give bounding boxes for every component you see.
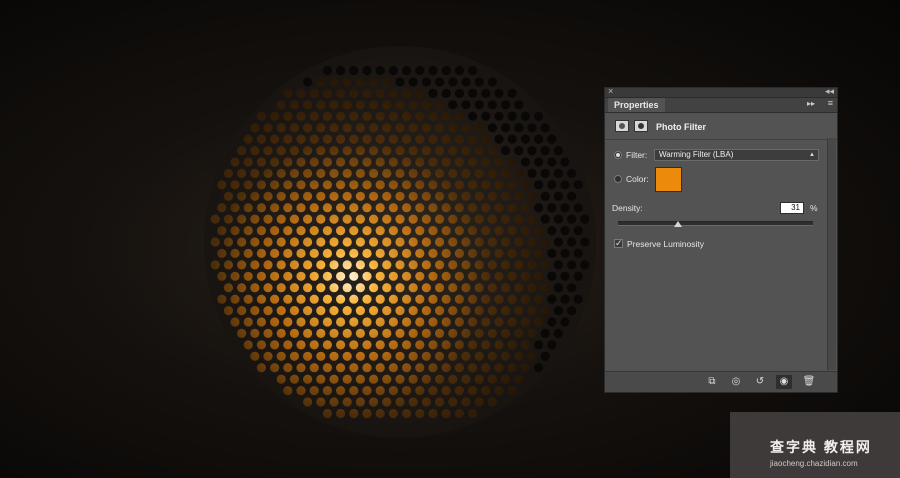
properties-panel: × ◂◂ Properties ▸▸ ≡ Photo Filter Filter… bbox=[604, 86, 838, 393]
color-radio[interactable] bbox=[614, 175, 622, 183]
reset-icon[interactable]: ↺ bbox=[752, 375, 768, 389]
adjustment-title: Photo Filter bbox=[656, 122, 706, 132]
panel-scrollbar[interactable] bbox=[827, 138, 836, 370]
density-unit: % bbox=[810, 203, 818, 213]
filter-value: Warming Filter (LBA) bbox=[659, 150, 734, 159]
tab-properties[interactable]: Properties bbox=[608, 98, 665, 112]
filter-dropdown[interactable]: Warming Filter (LBA) ▲ bbox=[654, 149, 819, 161]
watermark-url: jiaocheng.chazidian.com bbox=[770, 459, 858, 468]
panel-title-bar: × ◂◂ bbox=[605, 86, 837, 98]
close-icon[interactable]: × bbox=[608, 86, 613, 96]
color-label: Color: bbox=[626, 174, 649, 184]
panel-tab-row: Properties ▸▸ ≡ bbox=[605, 98, 837, 113]
dropdown-arrows-icon: ▲ bbox=[809, 152, 815, 158]
panel-menu-icon[interactable]: ≡ bbox=[828, 98, 833, 108]
clip-to-layer-icon[interactable]: ⧉ bbox=[704, 375, 720, 389]
watermark: 查字典 教程网 jiaocheng.chazidian.com bbox=[730, 412, 900, 478]
adjustment-header: Photo Filter bbox=[605, 115, 837, 140]
watermark-title: 查字典 教程网 bbox=[770, 439, 872, 455]
preserve-luminosity-label: Preserve Luminosity bbox=[627, 239, 705, 249]
trash-icon[interactable]: 🗑 bbox=[801, 375, 817, 389]
color-swatch[interactable] bbox=[655, 167, 682, 192]
panel-bottom-bar: ⧉ ◎ ↺ ◉ 🗑 bbox=[605, 371, 837, 392]
view-previous-state-icon[interactable]: ◎ bbox=[728, 375, 744, 389]
filter-label: Filter: bbox=[626, 150, 648, 160]
visibility-eye-icon[interactable]: ◉ bbox=[776, 375, 792, 389]
density-slider-thumb[interactable] bbox=[674, 221, 683, 227]
layer-mask-icon[interactable] bbox=[634, 120, 648, 132]
expand-icon[interactable]: ▸▸ bbox=[807, 99, 815, 108]
density-slider-track[interactable] bbox=[618, 221, 813, 226]
filter-radio[interactable] bbox=[614, 151, 622, 159]
density-input[interactable]: 31 bbox=[780, 202, 804, 214]
preserve-luminosity-checkbox[interactable]: ✓ bbox=[614, 239, 623, 248]
adjustment-layer-icon[interactable] bbox=[615, 120, 629, 132]
collapse-icon[interactable]: ◂◂ bbox=[825, 86, 834, 97]
density-label: Density: bbox=[612, 203, 643, 213]
